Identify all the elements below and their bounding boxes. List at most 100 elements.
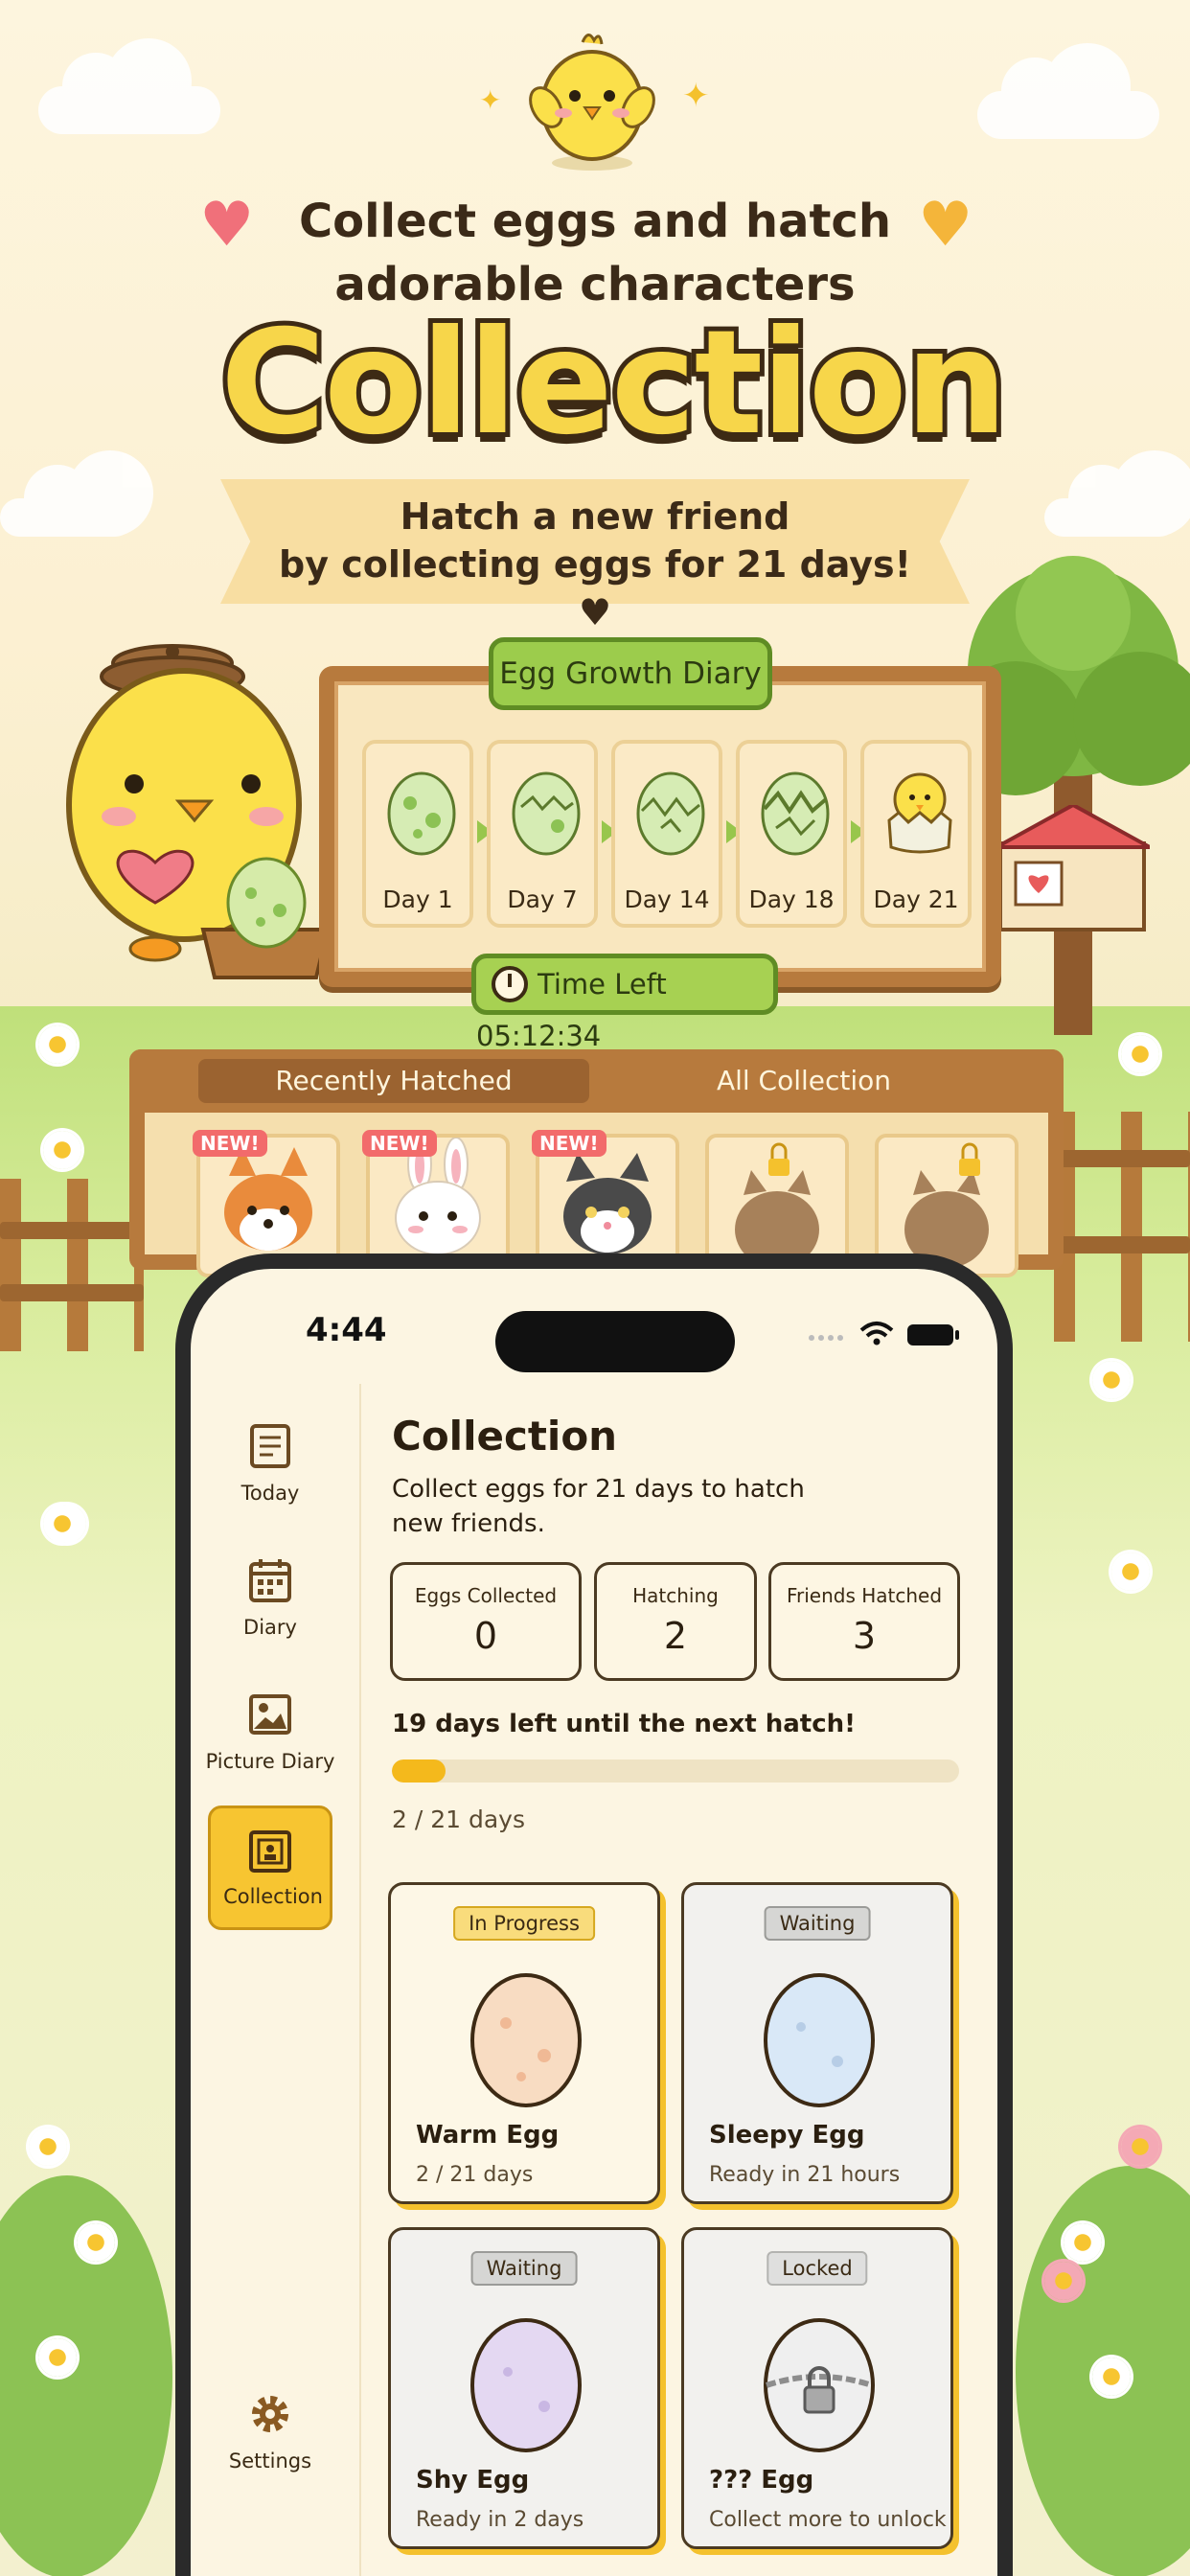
new-badge: NEW! [362,1130,437,1157]
status-bar-time: 4:44 [306,1311,387,1349]
tab-recently-hatched[interactable]: Recently Hatched [198,1059,589,1103]
page-subtitle: Collect eggs for 21 days to hatch new fr… [392,1475,805,1538]
stat-value: 2 [663,1615,688,1657]
ribbon-line-1: Hatch a new friend [400,495,790,538]
stat-label: Hatching [632,1584,719,1607]
growth-stage-day-14: Day 14 [611,740,722,928]
time-left-badge: Time Left 05:12:34 [471,954,778,1052]
stat-hatching: Hatching 2 [594,1562,757,1681]
nav-today[interactable]: Today [208,1403,332,1528]
notebook-icon [246,1422,294,1470]
chained-egg-icon [764,2318,875,2452]
egg-status-badge: Waiting [764,1906,871,1941]
egg-status-badge: Locked [767,2251,868,2286]
sparkle-icon: ✦ [682,77,710,115]
hatch-countdown: 19 days left until the next hatch! [392,1710,857,1738]
day-label: Day 1 [382,886,453,913]
hatch-progress-bar [392,1760,959,1782]
day-label: Day 18 [748,886,835,913]
day-label: Day 7 [507,886,578,913]
hatch-progress-text: 2 / 21 days [392,1806,525,1833]
cracking-egg-icon [761,771,830,856]
chick-mascot-large [59,642,347,987]
cloud [38,38,220,134]
flower [1121,2128,1159,2166]
nav-label: Today [240,1482,300,1505]
chick-mascot-top [525,29,659,172]
egg-icon [387,771,456,856]
egg-detail: Ready in 21 hours [709,2163,901,2187]
egg-name: Shy Egg [416,2466,530,2495]
picture-icon [246,1690,294,1738]
egg-card-sleepy[interactable]: Waiting Sleepy Egg Ready in 21 hours [681,1882,953,2204]
growth-stage-day-18: Day 18 [736,740,847,928]
flower [77,2223,115,2262]
flower [1044,2262,1083,2300]
flower [29,2128,67,2166]
flower [1092,1361,1131,1399]
egg-status-badge: In Progress [453,1906,595,1941]
growth-stage-day-21: Day 21 [860,740,972,928]
heart-icon: ♥ [199,190,255,261]
egg-icon [764,1973,875,2107]
gear-icon [246,2390,294,2438]
stat-label: Friends Hatched [786,1584,943,1607]
phone-frame: 4:44 Today Diary Picture Diary Collectio… [175,1254,1013,2576]
new-badge: NEW! [193,1130,267,1157]
wifi-icon [859,1322,894,1346]
fence-rail [1054,1150,1190,1167]
flower [1111,1552,1150,1591]
growth-stages: Day 1 Day 7 Day 14 Day 18 Day 21 [362,740,975,932]
tagline-line-1: Collect eggs and hatch [298,195,892,248]
signal-icon [809,1335,843,1341]
flower [1121,1035,1159,1073]
egg-detail: Ready in 2 days [416,2508,584,2532]
tab-all-collection[interactable]: All Collection [608,1059,999,1103]
calendar-icon [246,1556,294,1604]
nav-diary[interactable]: Diary [208,1537,332,1662]
day-label: Day 21 [873,886,959,913]
battery-icon [907,1324,959,1346]
cracking-egg-icon [512,771,581,856]
new-badge: NEW! [532,1130,606,1157]
nav-label: Picture Diary [205,1750,335,1773]
nav-collection[interactable]: Collection [208,1806,332,1930]
fence [1054,1112,1190,1342]
sparkle-icon: ✦ [479,84,502,116]
nav-picture-diary[interactable]: Picture Diary [206,1671,334,1796]
fence-rail [0,1284,144,1301]
egg-detail: 2 / 21 days [416,2163,534,2187]
cloud [1044,450,1190,537]
dynamic-island [495,1311,735,1372]
cracking-egg-icon [636,771,705,856]
nav-settings[interactable]: Settings [208,2371,332,2496]
egg-card-shy[interactable]: Waiting Shy Egg Ready in 2 days [388,2227,660,2549]
stat-friends-hatched: Friends Hatched 3 [768,1562,960,1681]
egg-name: Warm Egg [416,2121,560,2150]
growth-stage-day-1: Day 1 [362,740,473,928]
hero-title: Collection [216,300,1013,467]
sidebar: Today Diary Picture Diary Collection Set… [191,1384,361,2576]
hatch-progress-fill [392,1760,446,1782]
mailbox [995,802,1151,1025]
egg-growth-title: Egg Growth Diary [489,637,772,710]
tagline: Collect eggs and hatch adorable characte… [249,190,941,316]
fence [0,1179,144,1351]
egg-icon [470,2318,582,2452]
egg-name: ??? Egg [709,2466,814,2495]
stat-eggs-collected: Eggs Collected 0 [390,1562,582,1681]
collection-frame-icon [246,1828,294,1875]
page-title: Collection [392,1413,618,1460]
cloud [977,43,1159,139]
stat-label: Eggs Collected [414,1584,558,1607]
egg-card-warm[interactable]: In Progress Warm Egg 2 / 21 days [388,1882,660,2204]
flower [38,1025,77,1064]
egg-detail: Collect more to unlock [709,2508,947,2532]
stat-value: 0 [473,1615,498,1657]
clock-icon [492,966,528,1002]
flower [1064,2223,1102,2262]
egg-card-locked[interactable]: Locked ??? Egg Collect more to unlock [681,2227,953,2549]
nav-label: Diary [243,1616,297,1639]
egg-icon [470,1973,582,2107]
stat-value: 3 [852,1615,877,1657]
